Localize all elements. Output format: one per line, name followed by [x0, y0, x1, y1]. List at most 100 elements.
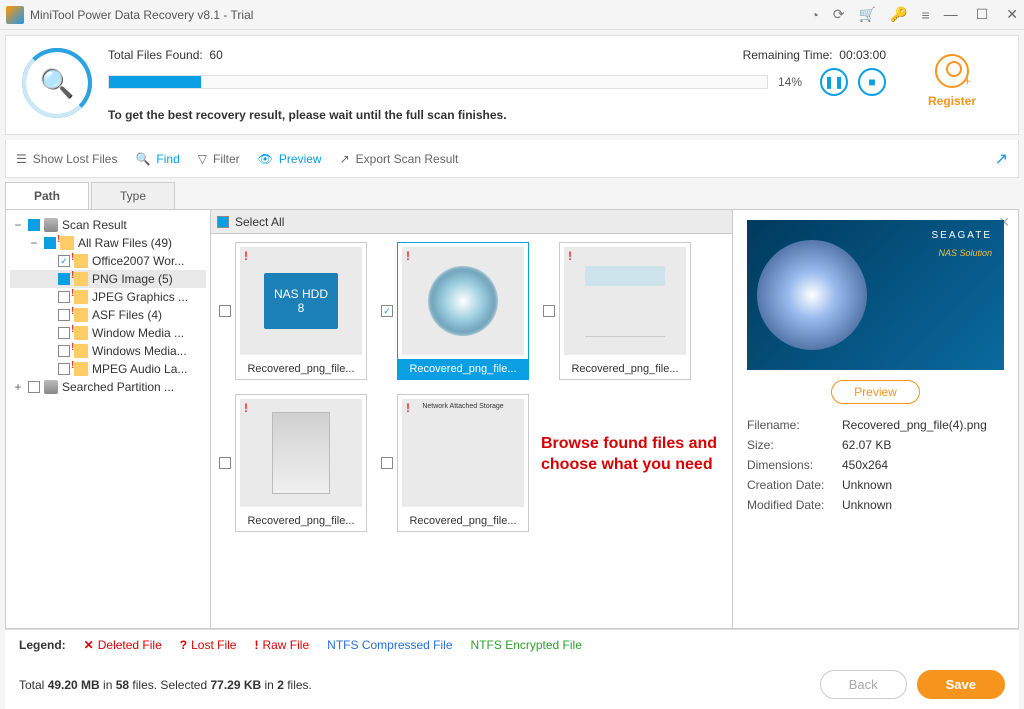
key-icon[interactable]: 🔑	[890, 6, 907, 23]
thumb-item[interactable]: Recovered_png_file...	[381, 394, 531, 532]
tree-item-label: Window Media ...	[92, 326, 184, 340]
legend-deleted: Deleted File	[98, 638, 162, 652]
thumbnail-grid: Recovered_png_file... Recovered_png_file…	[211, 234, 732, 628]
legend-lost: Lost File	[191, 638, 236, 652]
meta-value: Unknown	[842, 478, 1004, 492]
thumb-checkbox[interactable]	[219, 305, 231, 317]
progress-panel: 🔍 Total Files Found: 60 Remaining Time: …	[5, 35, 1019, 135]
thumbnail-panel: Select All Recovered_png_file... Recover…	[211, 210, 733, 628]
legend-ntfs-compressed: NTFS Compressed File	[327, 638, 452, 652]
thumb-checkbox[interactable]	[543, 305, 555, 317]
tree-item-label: Office2007 Wor...	[92, 254, 184, 268]
thumb-item[interactable]: Recovered_png_file...	[219, 394, 369, 532]
tree-raw-label: All Raw Files (49)	[78, 236, 172, 250]
thumb-checkbox[interactable]	[219, 457, 231, 469]
open-preview-button[interactable]: Preview	[831, 380, 920, 404]
thumb-checkbox[interactable]	[381, 305, 393, 317]
thumb-image	[240, 399, 362, 507]
export-button[interactable]: ↗ Export Scan Result	[340, 152, 459, 166]
filter-label: Filter	[213, 152, 240, 166]
thumb-caption: Recovered_png_file...	[236, 511, 366, 531]
refresh-icon[interactable]: ⟳	[833, 6, 845, 23]
tree-item[interactable]: Office2007 Wor...	[10, 252, 206, 270]
tree-item[interactable]: MPEG Audio La...	[10, 360, 206, 378]
menu-icon[interactable]: ≡	[922, 7, 930, 23]
close-button[interactable]: ✕	[1006, 6, 1018, 23]
tree-searched-partition[interactable]: +Searched Partition ...	[10, 378, 206, 396]
thumb-image	[402, 247, 524, 355]
tree-item[interactable]: ASF Files (4)	[10, 306, 206, 324]
register-label: Register	[928, 94, 976, 108]
view-tabs: Path Type	[5, 182, 1019, 209]
scan-progress-icon: 🔍	[22, 48, 92, 118]
thumb-caption: Recovered_png_file...	[236, 359, 366, 379]
preview-label: Preview	[279, 152, 322, 166]
tree-item-label: ASF Files (4)	[92, 308, 162, 322]
tree-item[interactable]: PNG Image (5)	[10, 270, 206, 288]
tree-item[interactable]: Window Media ...	[10, 324, 206, 342]
tree-item[interactable]: Windows Media...	[10, 342, 206, 360]
result-tree: −Scan Result −All Raw Files (49) Office2…	[6, 210, 211, 628]
tab-path[interactable]: Path	[5, 182, 89, 209]
cart-icon[interactable]: 🛒	[859, 6, 876, 23]
maximize-button[interactable]: ☐	[976, 6, 989, 23]
back-button[interactable]: Back	[820, 670, 907, 699]
find-label: Find	[156, 152, 179, 166]
window-controls: — ☐ ✕	[944, 6, 1018, 23]
meta-value: 450x264	[842, 458, 1004, 472]
export-label: Export Scan Result	[356, 152, 459, 166]
thumb-item[interactable]: Recovered_png_file...	[381, 242, 531, 380]
find-button[interactable]: 🔍Find	[135, 152, 179, 166]
show-lost-label: Show Lost Files	[33, 152, 118, 166]
meta-key: Filename:	[747, 418, 842, 432]
register-box[interactable]: Register	[902, 48, 1002, 108]
speed-icon[interactable]: ◔	[810, 7, 818, 23]
select-all-bar[interactable]: Select All	[211, 210, 732, 234]
main-area: −Scan Result −All Raw Files (49) Office2…	[5, 209, 1019, 629]
thumb-item[interactable]: Recovered_png_file...	[543, 242, 693, 380]
progress-main: Total Files Found: 60 Remaining Time: 00…	[108, 48, 886, 122]
thumb-caption: Recovered_png_file...	[398, 511, 528, 531]
magnifier-icon: 🔍	[40, 67, 75, 100]
stop-button[interactable]: ■	[858, 68, 886, 96]
tree-root[interactable]: −Scan Result	[10, 216, 206, 234]
thumb-image	[564, 247, 686, 355]
remaining-value: 00:03:00	[839, 48, 886, 62]
meta-value: Recovered_png_file(4).png	[842, 418, 1004, 432]
select-all-label: Select All	[235, 215, 284, 229]
thumb-image	[402, 399, 524, 507]
meta-key: Dimensions:	[747, 458, 842, 472]
tree-searched-label: Searched Partition ...	[62, 380, 174, 394]
preview-brand: SEAGATE	[932, 230, 993, 241]
tree-raw-files[interactable]: −All Raw Files (49)	[10, 234, 206, 252]
minimize-button[interactable]: —	[944, 6, 958, 23]
show-lost-files-button[interactable]: ☰ Show Lost Files	[16, 152, 117, 166]
legend-ntfs-encrypted: NTFS Encrypted File	[471, 638, 582, 652]
thumb-image	[240, 247, 362, 355]
toolbar: ☰Show Lost Files 🔍Find ▽Filter 👁Preview …	[5, 140, 1019, 178]
found-label: Total Files Found:	[108, 48, 203, 62]
filter-button[interactable]: ▽ Filter	[198, 152, 240, 166]
app-icon	[6, 6, 24, 24]
window-title: MiniTool Power Data Recovery v8.1 - Tria…	[30, 8, 810, 22]
thumb-caption: Recovered_png_file...	[560, 359, 690, 379]
preview-pane: ✕ SEAGATE NAS Solution Preview Filename:…	[733, 210, 1018, 628]
tree-item[interactable]: JPEG Graphics ...	[10, 288, 206, 306]
progress-bar	[108, 75, 768, 89]
tree-root-label: Scan Result	[62, 218, 127, 232]
tab-type[interactable]: Type	[91, 182, 175, 209]
funnel-icon: ▽	[198, 152, 207, 166]
register-user-icon	[935, 54, 969, 88]
share-icon[interactable]: ↗	[995, 149, 1008, 169]
save-button[interactable]: Save	[917, 670, 1005, 699]
meta-value: Unknown	[842, 498, 1004, 512]
pause-button[interactable]: ❚❚	[820, 68, 848, 96]
eye-icon: 👁	[258, 152, 273, 166]
found-value: 60	[209, 48, 222, 62]
progress-note: To get the best recovery result, please …	[108, 108, 886, 122]
export-icon: ↗	[340, 152, 350, 166]
preview-button[interactable]: 👁 Preview	[258, 152, 322, 166]
thumb-item[interactable]: Recovered_png_file...	[219, 242, 369, 380]
list-icon: ☰	[16, 152, 27, 166]
thumb-checkbox[interactable]	[381, 457, 393, 469]
